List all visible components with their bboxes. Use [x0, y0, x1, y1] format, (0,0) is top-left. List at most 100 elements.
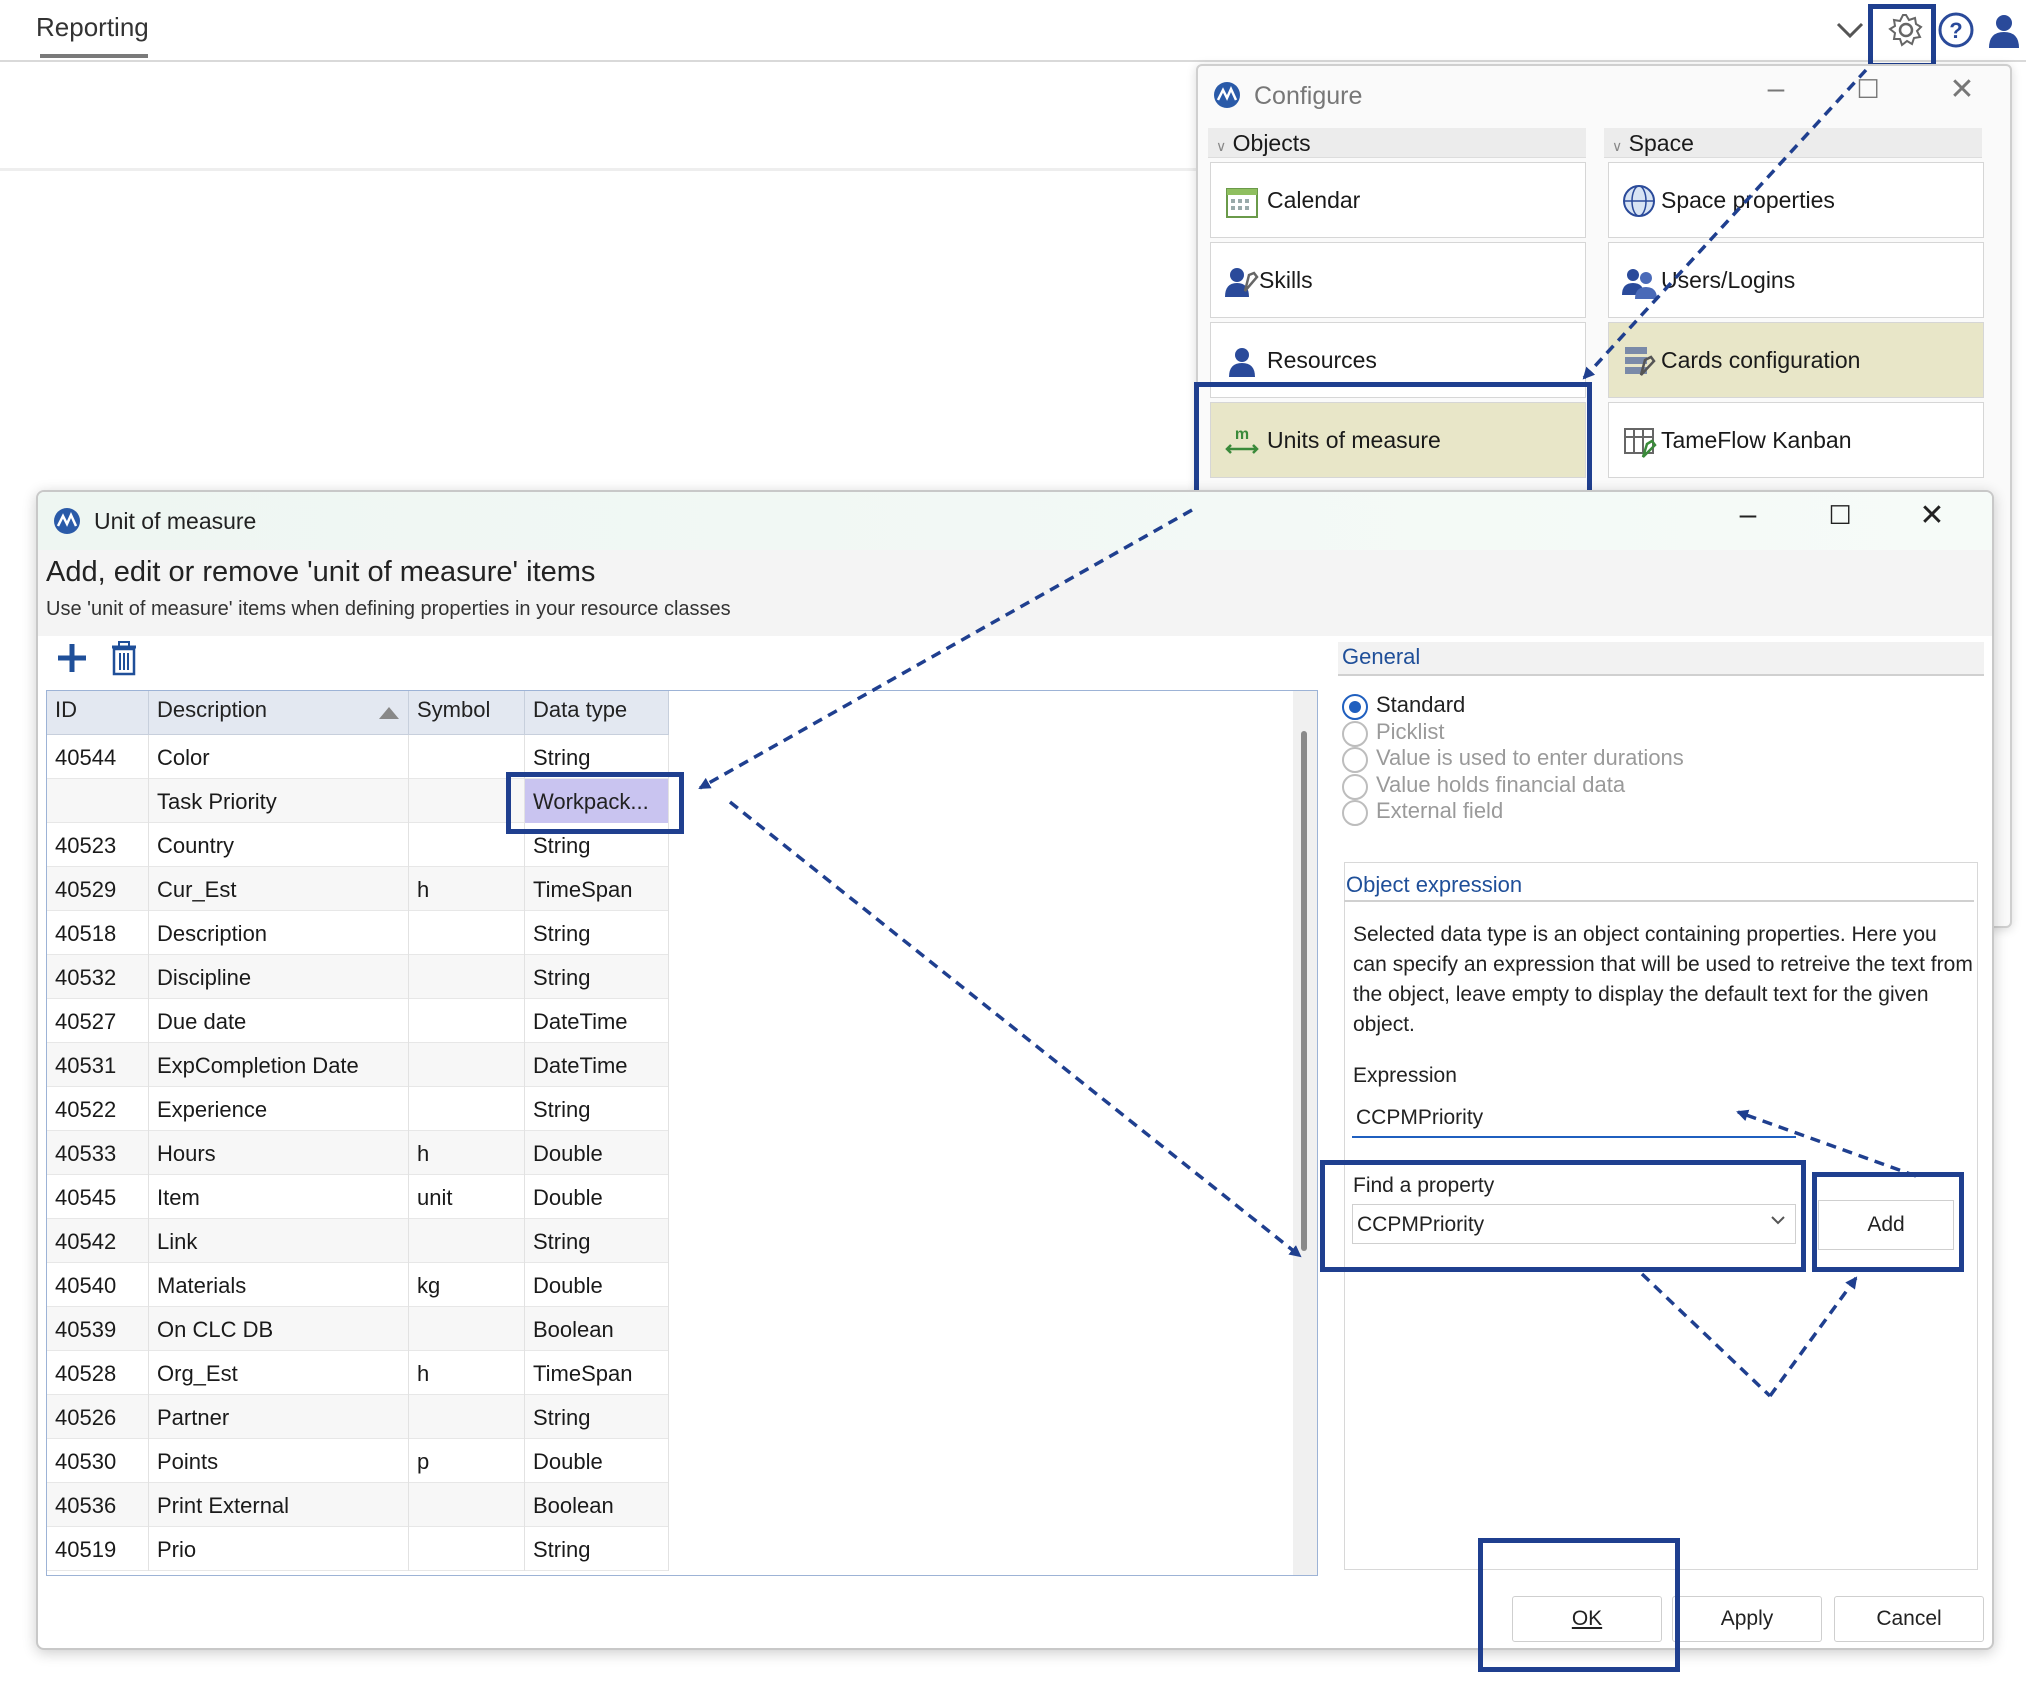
active-tab-indicator: [40, 54, 148, 58]
col-header-id[interactable]: ID: [47, 691, 149, 735]
cfg-item-skills[interactable]: Skills: [1210, 242, 1586, 318]
configure-title: Configure: [1254, 82, 1363, 110]
cell-id: 40519: [47, 1527, 149, 1571]
divider: [1344, 900, 1974, 902]
cfg-item-users-logins[interactable]: Users/Logins: [1608, 242, 1984, 318]
sort-ascending-icon: [379, 707, 399, 719]
cell-id: 40542: [47, 1219, 149, 1263]
cell-description: On CLC DB: [149, 1307, 409, 1351]
radio-option-label[interactable]: Picklist: [1376, 719, 1444, 745]
minimize-icon[interactable]: –: [1728, 498, 1768, 532]
table-row[interactable]: 40526 Partner String: [47, 1395, 669, 1439]
table-row[interactable]: 40540 Materials kg Double: [47, 1263, 669, 1307]
cell-symbol: [409, 1395, 525, 1439]
group-objects[interactable]: ∨ Objects: [1208, 128, 1586, 158]
maximize-icon[interactable]: ☐: [1820, 500, 1860, 531]
close-icon[interactable]: ✕: [1912, 498, 1952, 533]
table-row[interactable]: 40545 Item unit Double: [47, 1175, 669, 1219]
chevron-down-icon[interactable]: [1830, 10, 1870, 50]
cell-data-type: DateTime: [525, 1043, 669, 1087]
ok-highlight-box: [1478, 1538, 1680, 1672]
cell-id: 40530: [47, 1439, 149, 1483]
cell-symbol: [409, 1219, 525, 1263]
expression-input[interactable]: [1352, 1100, 1796, 1138]
table-row[interactable]: 40539 On CLC DB Boolean: [47, 1307, 669, 1351]
object-expression-description: Selected data type is an object containi…: [1353, 923, 1973, 1036]
kanban-icon: [1624, 428, 1657, 458]
cell-description: Print External: [149, 1483, 409, 1527]
radio-option-label[interactable]: Value is used to enter durations: [1376, 745, 1684, 771]
chevron-down-icon: ∨: [1612, 138, 1623, 154]
cell-description: Experience: [149, 1087, 409, 1131]
cell-description: Item: [149, 1175, 409, 1219]
table-row[interactable]: 40542 Link String: [47, 1219, 669, 1263]
cell-data-type: Double: [525, 1439, 669, 1483]
cell-id: 40545: [47, 1175, 149, 1219]
cell-data-type: String: [525, 1395, 669, 1439]
apply-button[interactable]: Apply: [1672, 1596, 1822, 1642]
table-row[interactable]: 40518 Description String: [47, 911, 669, 955]
uom-heading: Add, edit or remove 'unit of measure' it…: [46, 556, 596, 588]
minimize-icon[interactable]: –: [1756, 72, 1796, 106]
group-label: Space: [1628, 130, 1694, 156]
radio-option-label[interactable]: External field: [1376, 798, 1503, 824]
cell-symbol: [409, 955, 525, 999]
user-icon[interactable]: [1984, 10, 2024, 50]
cell-data-type: Double: [525, 1175, 669, 1219]
users-icon: [1622, 269, 1657, 299]
maximize-icon[interactable]: ☐: [1848, 74, 1888, 105]
close-icon[interactable]: ✕: [1942, 72, 1982, 107]
table-row[interactable]: 40527 Due date DateTime: [47, 999, 669, 1043]
table-row[interactable]: 40522 Experience String: [47, 1087, 669, 1131]
table-row[interactable]: 40530 Points p Double: [47, 1439, 669, 1483]
cell-description: Task Priority: [149, 779, 409, 823]
add-icon[interactable]: [52, 638, 92, 678]
globe-icon: [1623, 185, 1655, 217]
col-header-description[interactable]: Description: [149, 691, 409, 735]
radio-option[interactable]: [1342, 800, 1368, 826]
radio-option-label[interactable]: Value holds financial data: [1376, 772, 1625, 798]
divider: [0, 168, 1200, 171]
cfg-item-tameflow-kanban[interactable]: TameFlow Kanban: [1608, 402, 1984, 478]
cell-id: [47, 779, 149, 823]
uom-title: Unit of measure: [94, 508, 257, 534]
cell-description: ExpCompletion Date: [149, 1043, 409, 1087]
col-header-data-type[interactable]: Data type: [525, 691, 669, 735]
cell-description: Color: [149, 735, 409, 779]
cell-description: Org_Est: [149, 1351, 409, 1395]
cell-description: Partner: [149, 1395, 409, 1439]
help-icon[interactable]: ?: [1936, 10, 1976, 50]
cfg-item-calendar[interactable]: Calendar: [1210, 162, 1586, 238]
group-space[interactable]: ∨ Space: [1604, 128, 1982, 158]
cell-symbol: h: [409, 867, 525, 911]
cell-symbol: [409, 999, 525, 1043]
table-row[interactable]: 40519 Prio String: [47, 1527, 669, 1571]
cell-description: Prio: [149, 1527, 409, 1571]
table-row[interactable]: 40532 Discipline String: [47, 955, 669, 999]
cfg-item-cards-configuration[interactable]: Cards configuration: [1608, 322, 1984, 398]
tab-reporting[interactable]: Reporting: [36, 12, 149, 43]
radio-option[interactable]: [1342, 720, 1368, 747]
table-row[interactable]: 40536 Print External Boolean: [47, 1483, 669, 1527]
cell-symbol: kg: [409, 1263, 525, 1307]
app-logo-icon: [54, 508, 80, 534]
cell-id: 40526: [47, 1395, 149, 1439]
radio-option[interactable]: [1342, 773, 1368, 800]
table-row[interactable]: 40531 ExpCompletion Date DateTime: [47, 1043, 669, 1087]
table-row[interactable]: 40529 Cur_Est h TimeSpan: [47, 867, 669, 911]
radio-option[interactable]: [1342, 747, 1368, 773]
find-property-highlight-box: [1320, 1160, 1806, 1272]
cancel-button[interactable]: Cancel: [1834, 1596, 1984, 1642]
table-row[interactable]: 40533 Hours h Double: [47, 1131, 669, 1175]
col-header-symbol[interactable]: Symbol: [409, 691, 525, 735]
delete-icon[interactable]: [104, 638, 144, 678]
cell-data-type: String: [525, 955, 669, 999]
radio-option-label[interactable]: Standard: [1376, 692, 1465, 718]
cell-id: 40531: [47, 1043, 149, 1087]
cell-id: 40544: [47, 735, 149, 779]
vertical-scrollbar-thumb[interactable]: [1301, 731, 1307, 1251]
radio-option[interactable]: [1342, 694, 1368, 720]
cell-symbol: p: [409, 1439, 525, 1483]
cfg-item-space-properties[interactable]: Space properties: [1608, 162, 1984, 238]
table-row[interactable]: 40528 Org_Est h TimeSpan: [47, 1351, 669, 1395]
